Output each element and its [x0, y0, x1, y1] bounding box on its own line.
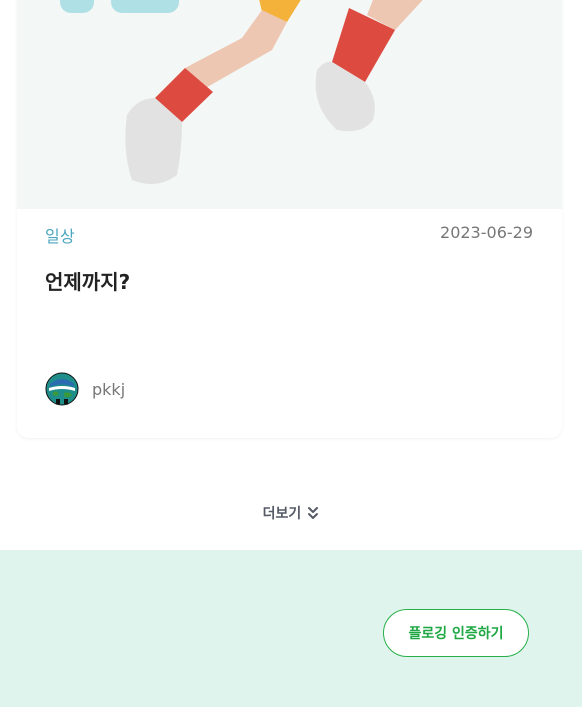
post-author[interactable]: pkkj: [45, 372, 125, 406]
running-legs-illustration: [60, 0, 423, 184]
plogging-certify-button[interactable]: 플로깅 인증하기: [383, 609, 529, 657]
author-name: pkkj: [92, 379, 126, 399]
post-thumbnail: [17, 0, 562, 209]
post-title[interactable]: 언제까지?: [45, 266, 130, 295]
post-category[interactable]: 일상: [45, 223, 75, 247]
double-chevron-down-icon: [308, 507, 319, 519]
load-more-label: 더보기: [262, 506, 302, 522]
post-date: 2023-06-29: [440, 223, 533, 242]
load-more-button[interactable]: 더보기: [0, 503, 582, 523]
post-card[interactable]: 일상 2023-06-29 언제까지? pkkj: [17, 0, 562, 438]
avatar: [45, 372, 79, 406]
footer-section: 플로깅 인증하기: [0, 550, 582, 707]
